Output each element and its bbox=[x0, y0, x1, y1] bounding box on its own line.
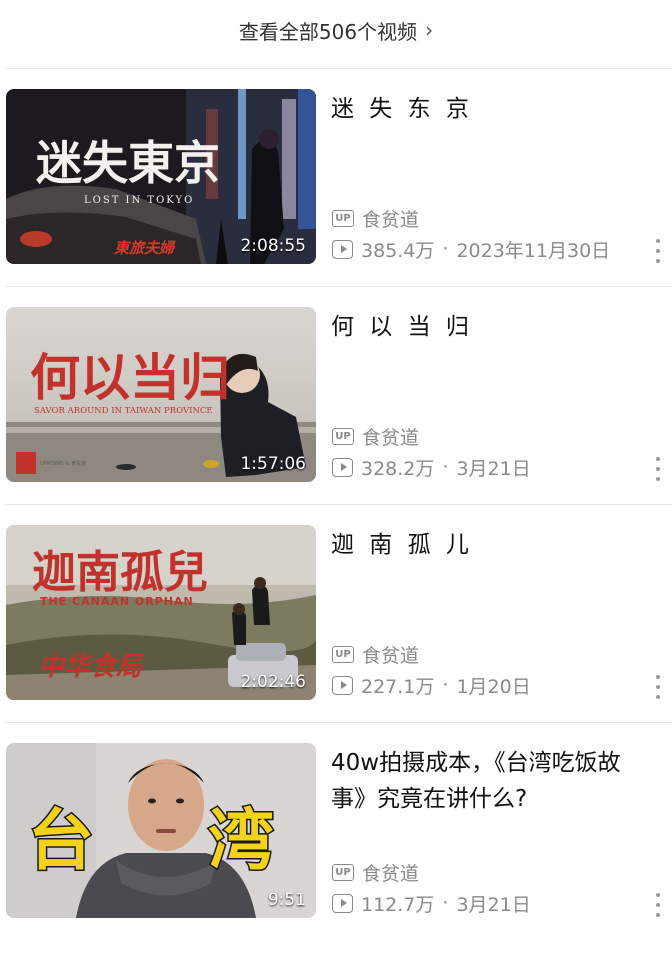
more-icon[interactable] bbox=[652, 675, 664, 699]
video-title[interactable]: 40w拍摄成本，《台湾吃饭故事》究竟在讲什么? bbox=[331, 745, 651, 817]
chevron-right-icon: › bbox=[425, 18, 434, 42]
author-name: 食贫道 bbox=[362, 862, 420, 885]
publish-date: 3月21日 bbox=[456, 893, 531, 916]
more-icon[interactable] bbox=[652, 239, 664, 263]
divider bbox=[5, 504, 672, 505]
view-count: 385.4万 bbox=[361, 239, 435, 262]
thumb-sign-text: UPRISING & 食贫道 bbox=[40, 460, 86, 467]
author-row[interactable]: UP 食贫道 bbox=[332, 423, 419, 449]
video-card[interactable]: 迦南孤兒 THE CANAAN ORPHAN 中华食局 2:02:46 迦 南 … bbox=[0, 525, 672, 743]
video-title[interactable]: 迷 失 东 京 bbox=[331, 91, 651, 127]
video-card[interactable]: 迷失東京 LOST IN TOKYO 東旅夫婦 2:08:55 迷 失 东 京 … bbox=[0, 89, 672, 307]
publish-date: 1月20日 bbox=[456, 675, 531, 698]
thumb-subtitle-text: THE CANAAN ORPHAN bbox=[40, 595, 194, 608]
separator: · bbox=[442, 456, 449, 478]
view-count: 227.1万 bbox=[361, 675, 435, 698]
thumb-title-text: 湾 bbox=[208, 802, 274, 879]
stats-row: 112.7万 · 3月21日 bbox=[332, 890, 531, 916]
video-thumbnail[interactable]: 台 湾 9:51 bbox=[6, 743, 316, 918]
separator: · bbox=[442, 674, 449, 696]
play-count-icon bbox=[332, 675, 353, 695]
thumb-subtitle-text: LOST IN TOKYO bbox=[84, 195, 194, 206]
divider bbox=[5, 722, 672, 723]
play-count-icon bbox=[332, 457, 353, 477]
author-name: 食贫道 bbox=[362, 426, 420, 449]
thumb-title-text: 迷失東京 bbox=[36, 136, 220, 190]
thumb-sign-text: 中华食局 bbox=[38, 652, 144, 682]
view-all-videos-link[interactable]: 查看全部506个视频 › bbox=[0, 0, 672, 60]
video-title[interactable]: 迦 南 孤 儿 bbox=[331, 527, 651, 563]
view-all-label: 查看全部506个视频 bbox=[238, 19, 418, 44]
play-count-icon bbox=[332, 239, 353, 259]
author-name: 食贫道 bbox=[362, 644, 420, 667]
thumb-title-text: 何以当归 bbox=[30, 348, 230, 407]
up-badge-icon: UP bbox=[332, 427, 354, 445]
separator: · bbox=[442, 238, 449, 260]
video-duration: 2:02:46 bbox=[240, 672, 306, 692]
thumb-title-text: 迦南孤兒 bbox=[32, 547, 208, 598]
video-card[interactable]: 台 湾 9:51 40w拍摄成本，《台湾吃饭故事》究竟在讲什么? UP 食贫道 … bbox=[0, 743, 672, 961]
view-count: 328.2万 bbox=[361, 457, 435, 480]
up-badge-icon: UP bbox=[332, 645, 354, 663]
video-thumbnail[interactable]: 迦南孤兒 THE CANAAN ORPHAN 中华食局 2:02:46 bbox=[6, 525, 316, 700]
divider bbox=[5, 68, 672, 69]
stats-row: 328.2万 · 3月21日 bbox=[332, 454, 531, 480]
divider bbox=[5, 286, 672, 287]
up-badge-icon: UP bbox=[332, 863, 354, 881]
thumb-title-text: 台 bbox=[28, 802, 94, 879]
publish-date: 3月21日 bbox=[456, 457, 531, 480]
more-icon[interactable] bbox=[652, 457, 664, 481]
more-icon[interactable] bbox=[652, 893, 664, 917]
publish-date: 2023年11月30日 bbox=[456, 239, 611, 262]
play-count-icon bbox=[332, 893, 353, 913]
video-thumbnail[interactable]: 迷失東京 LOST IN TOKYO 東旅夫婦 2:08:55 bbox=[6, 89, 316, 264]
video-duration: 9:51 bbox=[267, 890, 306, 910]
video-thumbnail[interactable]: 何以当归 SAVOR AROUND IN TAIWAN PROVINCE UPR… bbox=[6, 307, 316, 482]
stats-row: 227.1万 · 1月20日 bbox=[332, 672, 531, 698]
stats-row: 385.4万 · 2023年11月30日 bbox=[332, 236, 610, 262]
author-row[interactable]: UP 食贫道 bbox=[332, 859, 419, 885]
video-duration: 1:57:06 bbox=[240, 454, 306, 474]
separator: · bbox=[442, 892, 449, 914]
view-count: 112.7万 bbox=[361, 893, 435, 916]
up-badge-icon: UP bbox=[332, 209, 354, 227]
video-card[interactable]: 何以当归 SAVOR AROUND IN TAIWAN PROVINCE UPR… bbox=[0, 307, 672, 525]
author-name: 食贫道 bbox=[362, 208, 420, 231]
thumb-sign-text: 東旅夫婦 bbox=[114, 239, 176, 257]
author-row[interactable]: UP 食贫道 bbox=[332, 205, 419, 231]
video-duration: 2:08:55 bbox=[240, 236, 306, 256]
thumb-subtitle-text: SAVOR AROUND IN TAIWAN PROVINCE bbox=[34, 406, 213, 416]
video-title[interactable]: 何 以 当 归 bbox=[331, 309, 651, 345]
author-row[interactable]: UP 食贫道 bbox=[332, 641, 419, 667]
